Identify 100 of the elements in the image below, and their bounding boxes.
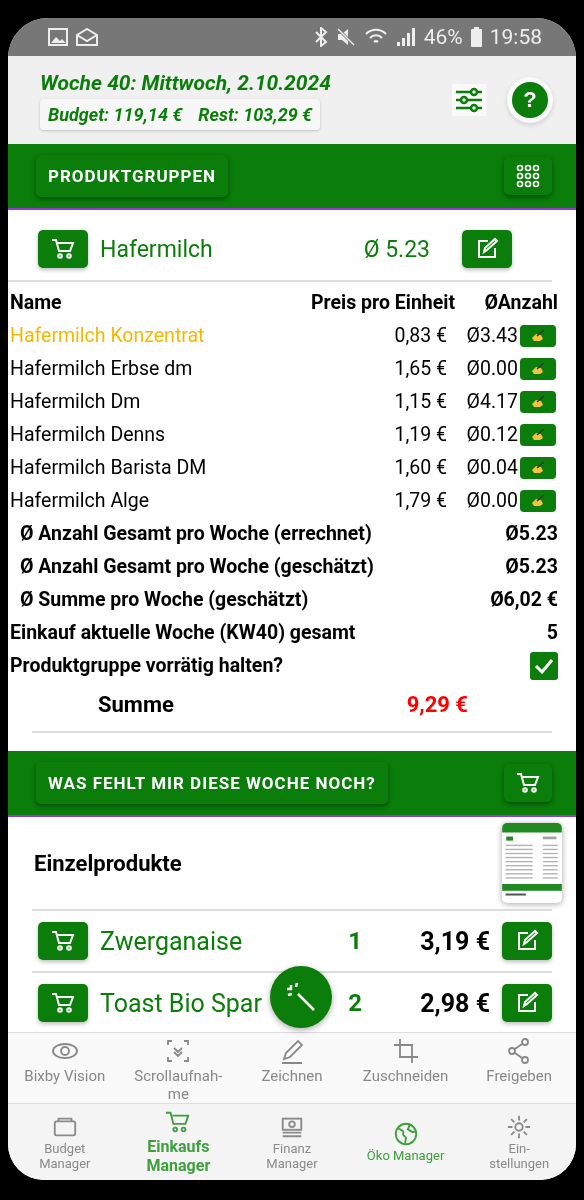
group-average: Ø 5.23 — [363, 235, 430, 263]
bluetooth-icon — [313, 27, 328, 47]
nav-tab[interactable]: Ein-stellungen — [462, 1104, 576, 1180]
edit-button[interactable] — [462, 230, 512, 268]
nav-tab[interactable]: Finanz Manager — [235, 1104, 349, 1180]
price-cell-text: 0,83 € — [393, 323, 449, 349]
product-name: Hafermilch Denns — [10, 422, 167, 448]
edit-button[interactable] — [502, 984, 552, 1022]
edit-count-button[interactable] — [520, 456, 556, 479]
sum-label: Summe — [98, 692, 174, 717]
hand-writing-icon — [531, 494, 545, 507]
cart-button[interactable] — [38, 230, 88, 268]
group-name: Hafermilch — [100, 235, 214, 263]
grid-button[interactable] — [504, 157, 552, 195]
average-cell-text: Ø0.04 — [465, 455, 518, 481]
price-cell-text: 1,19 € — [393, 422, 449, 448]
column-header: Name — [10, 290, 63, 316]
sum-value: 9,29 € — [406, 692, 468, 717]
price-cell-text: 1,65 € — [393, 356, 449, 382]
globe-icon — [392, 1121, 419, 1147]
edit-icon — [475, 237, 499, 261]
hand-writing-icon — [531, 329, 545, 342]
stock-checkbox[interactable] — [530, 651, 558, 680]
cart-button[interactable] — [38, 984, 88, 1022]
hand-writing-icon — [531, 362, 545, 375]
image-icon — [48, 28, 68, 46]
clock: 19:58 — [489, 25, 542, 49]
edit-icon — [515, 991, 539, 1015]
stat-label: Ø Summe pro Woche (geschätzt) — [19, 587, 310, 613]
product-name: Hafermilch Erbse dm — [10, 356, 194, 382]
week-title: Woche 40: Mittwoch, 2.10.2024 — [40, 70, 331, 95]
product-name: Toast Bio Spar — [100, 988, 262, 1018]
mute-icon — [335, 27, 356, 47]
column-header: Preis pro Einheit — [310, 290, 456, 316]
price-cell-text: 1,15 € — [393, 389, 449, 415]
edit-count-button[interactable] — [520, 390, 556, 413]
average-cell-text: Ø3.43 — [465, 323, 518, 349]
cart-button[interactable] — [504, 764, 552, 802]
product-count: 2 — [348, 989, 364, 1017]
cart-icon — [51, 238, 75, 260]
average-cell-text: Ø0.12 — [465, 422, 518, 448]
missing-items-button[interactable]: WAS FEHLT MIR DIESE WOCHE NOCH? — [36, 762, 388, 804]
average-cell-text: Ø0.00 — [465, 488, 518, 514]
check-icon — [534, 657, 554, 674]
budget-text: Budget: 119,14 € — [48, 103, 183, 125]
stat-value: Ø5.23 — [504, 521, 558, 547]
edit-count-button[interactable] — [520, 423, 556, 446]
toolbar-label[interactable]: Scrollaufnah-me — [130, 1067, 227, 1103]
edit-count-button[interactable] — [520, 324, 556, 347]
product-name: Hafermilch Konzentrat — [10, 323, 206, 349]
nav-tab[interactable]: Öko Manager — [348, 1104, 463, 1180]
hand-writing-icon — [531, 461, 545, 474]
stat-value: 5 — [545, 620, 558, 646]
toolbar-label[interactable]: Freigeben — [471, 1067, 568, 1085]
product-name: Hafermilch Dm — [10, 389, 142, 415]
cart-icon — [516, 772, 540, 794]
price-cell-text: 1,79 € — [393, 488, 449, 514]
nav-tab[interactable]: Budget Manager — [8, 1104, 122, 1180]
stock-label: Produktgruppe vorrätig halten? — [10, 653, 285, 679]
product-price: 3,19 € — [420, 926, 490, 956]
edit-button[interactable] — [502, 922, 552, 960]
stat-label: Ø Anzahl Gesamt pro Woche (geschätzt) — [19, 554, 375, 580]
battery-icon — [470, 27, 482, 47]
battery-percent: 46% — [423, 25, 463, 49]
hand-writing-icon — [531, 428, 545, 441]
section-title: Einzelprodukte — [34, 850, 183, 876]
stat-value: Ø6,02 € — [489, 587, 558, 613]
product-name: Hafermilch Barista DM — [10, 455, 208, 481]
nav-tab[interactable]: Einkaufs Manager — [121, 1104, 236, 1180]
signal-icon — [395, 27, 416, 47]
magic-wand-button[interactable] — [270, 966, 332, 1028]
crop-icon[interactable] — [391, 1037, 420, 1065]
column-header: ØAnzahl — [455, 286, 558, 319]
product-price: 2,98 € — [420, 988, 490, 1018]
screenshot-thumbnail[interactable] — [502, 823, 562, 903]
average-cell-text: Ø0.00 — [465, 356, 518, 382]
stat-value: Ø5.23 — [504, 554, 558, 580]
cart-button[interactable] — [38, 922, 88, 960]
average-cell-text: Ø4.17 — [465, 389, 518, 415]
grid-icon — [516, 164, 540, 188]
toolbar-label[interactable]: Zuschneiden — [357, 1067, 454, 1085]
product-name: Zwerganaise — [100, 926, 243, 956]
stat-label: Einkauf aktuelle Woche (KW40) gesamt — [10, 620, 357, 646]
edit-count-button[interactable] — [520, 357, 556, 380]
product-count: 1 — [348, 927, 364, 955]
cart-icon — [51, 930, 75, 952]
hand-writing-icon — [531, 395, 545, 408]
sliders-icon[interactable] — [452, 84, 486, 116]
cart-icon — [51, 992, 75, 1014]
stat-label: Ø Anzahl Gesamt pro Woche (errechnet) — [19, 521, 373, 547]
rest-text: Rest: 103,29 € — [198, 103, 313, 125]
edit-count-button[interactable] — [520, 489, 556, 512]
toolbar-label[interactable]: Bixby Vision — [16, 1067, 113, 1085]
magic-wand-icon — [285, 981, 317, 1013]
mail-icon — [76, 28, 98, 46]
edit-icon — [515, 929, 539, 953]
product-groups-button[interactable]: PRODUKTGRUPPEN — [36, 155, 229, 197]
product-name: Hafermilch Alge — [10, 488, 151, 514]
toolbar-label[interactable]: Zeichnen — [244, 1067, 340, 1085]
price-cell-text: 1,60 € — [393, 455, 449, 481]
